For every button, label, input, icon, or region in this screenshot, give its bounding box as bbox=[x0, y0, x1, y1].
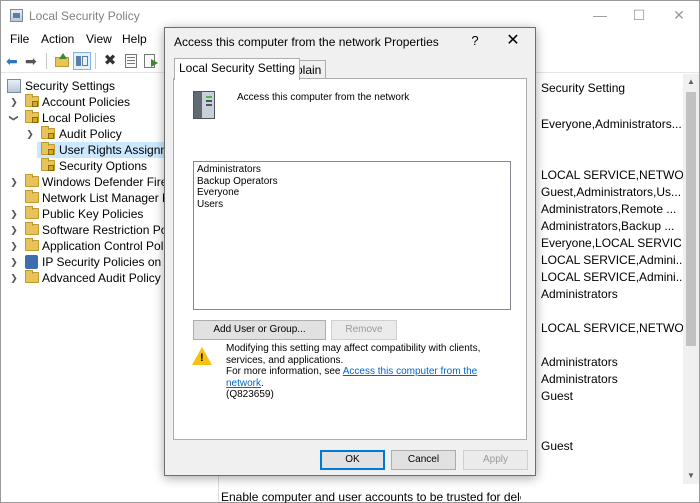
list-item[interactable]: Administrators bbox=[541, 372, 618, 386]
lock-icon bbox=[32, 101, 38, 107]
folder-icon bbox=[41, 158, 55, 171]
tree-item-label: Security Settings bbox=[25, 79, 116, 93]
window-title: Local Security Policy bbox=[29, 9, 140, 23]
folder-icon bbox=[41, 142, 55, 155]
list-item[interactable]: Administrators,Backup ... bbox=[541, 219, 674, 233]
chevron-down-icon[interactable]: ❯ bbox=[6, 113, 22, 123]
tree-item-label: Network List Manager Poli bbox=[42, 191, 183, 205]
chevron-right-icon[interactable]: ❯ bbox=[9, 174, 19, 190]
folder-icon bbox=[25, 270, 39, 283]
tab-panel: Access this computer from the network Ad… bbox=[173, 78, 527, 440]
list-item[interactable]: Administrators bbox=[197, 164, 507, 176]
chevron-right-icon[interactable]: ❯ bbox=[9, 238, 19, 254]
chevron-right-icon[interactable]: ❯ bbox=[9, 222, 19, 238]
tree-item-label: Local Policies bbox=[42, 111, 116, 125]
warning-text: Modifying this setting may affect compat… bbox=[226, 343, 516, 401]
warning-line-2-suffix: . bbox=[261, 377, 264, 389]
list-item[interactable]: Users bbox=[197, 199, 507, 211]
menu-view[interactable]: View bbox=[86, 32, 112, 46]
list-item[interactable]: LOCAL SERVICE,NETWO... bbox=[541, 168, 694, 182]
forward-arrow-icon[interactable]: ➡ bbox=[25, 52, 43, 70]
warning-exclamation: ! bbox=[200, 352, 204, 364]
tree-item-label: Audit Policy bbox=[59, 127, 122, 141]
folder-icon bbox=[25, 238, 39, 251]
ok-button[interactable]: OK bbox=[320, 450, 385, 470]
scroll-down-icon[interactable]: ▼ bbox=[683, 468, 699, 484]
list-item[interactable]: LOCAL SERVICE,Admini... bbox=[541, 253, 686, 267]
list-item[interactable]: LOCAL SERVICE,Admini... bbox=[541, 270, 686, 284]
list-item[interactable]: Administrators bbox=[541, 287, 618, 301]
members-listbox[interactable]: Administrators Backup Operators Everyone… bbox=[193, 161, 511, 310]
tab-local-security-setting[interactable]: Local Security Setting bbox=[174, 58, 301, 80]
tree-item-label: Security Options bbox=[59, 159, 148, 173]
toolbar-separator bbox=[46, 53, 47, 69]
help-button[interactable]: ? bbox=[465, 31, 485, 51]
tree-item-label: Application Control Policie bbox=[42, 239, 182, 253]
warning-line-3: (Q823659) bbox=[226, 389, 274, 400]
list-item[interactable]: Administrators bbox=[541, 355, 618, 369]
tree-item-label: Account Policies bbox=[42, 95, 131, 109]
lock-icon bbox=[48, 149, 54, 155]
minimize-button[interactable]: — bbox=[586, 5, 614, 25]
cancel-button[interactable]: Cancel bbox=[391, 450, 456, 470]
list-item[interactable]: Everyone,Administrators... bbox=[541, 117, 682, 131]
list-item[interactable]: Guest bbox=[541, 439, 573, 453]
close-button[interactable]: ✕ bbox=[665, 5, 693, 25]
vertical-scrollbar[interactable]: ▲ ▼ bbox=[683, 74, 699, 484]
scroll-thumb[interactable] bbox=[686, 92, 696, 346]
list-item[interactable]: Everyone,LOCAL SERVIC... bbox=[541, 236, 692, 250]
chevron-right-icon[interactable]: ❯ bbox=[9, 270, 19, 286]
list-item[interactable]: Guest bbox=[541, 389, 573, 403]
back-arrow-icon[interactable]: ⬅ bbox=[6, 52, 24, 70]
folder-icon bbox=[25, 190, 39, 203]
export-list-icon[interactable] bbox=[142, 52, 160, 70]
policy-name: Access this computer from the network bbox=[237, 92, 410, 103]
tree-item-label: Public Key Policies bbox=[42, 207, 144, 221]
lock-icon bbox=[48, 165, 54, 171]
folder-icon bbox=[25, 174, 39, 187]
folder-icon bbox=[25, 206, 39, 219]
apply-button[interactable]: Apply bbox=[463, 450, 528, 470]
menu-help[interactable]: Help bbox=[122, 32, 147, 46]
computer-tower-icon bbox=[193, 91, 215, 119]
dialog-close-button[interactable]: ✕ bbox=[503, 31, 523, 51]
toolbar-separator bbox=[95, 53, 96, 69]
dialog-title: Access this computer from the network Pr… bbox=[174, 35, 439, 49]
warning-line-2-prefix: For more information, see bbox=[226, 366, 343, 377]
ip-security-icon bbox=[25, 255, 38, 269]
list-item[interactable]: Administrators,Remote ... bbox=[541, 202, 676, 216]
properties-dialog: Access this computer from the network Pr… bbox=[164, 27, 536, 476]
chevron-right-icon[interactable]: ❯ bbox=[25, 126, 35, 142]
warning-line-2: For more information, see Access this co… bbox=[226, 366, 516, 389]
chevron-right-icon[interactable]: ❯ bbox=[9, 94, 19, 110]
list-item[interactable]: Guest,Administrators,Us... bbox=[541, 185, 681, 199]
list-item[interactable]: LOCAL SERVICE,NETWO... bbox=[541, 321, 694, 335]
folder-icon bbox=[25, 94, 39, 107]
list-item[interactable]: Backup Operators bbox=[197, 176, 507, 188]
folder-icon bbox=[25, 222, 39, 235]
tree-item-label: Advanced Audit Policy Co bbox=[42, 271, 180, 285]
add-user-or-group-button[interactable]: Add User or Group... bbox=[193, 320, 326, 340]
security-policy-app-icon bbox=[10, 9, 23, 22]
chevron-right-icon[interactable]: ❯ bbox=[9, 254, 19, 270]
folder-icon bbox=[41, 126, 55, 139]
delete-icon[interactable]: ✖ bbox=[101, 52, 119, 70]
column-header-security-setting[interactable]: Security Setting bbox=[535, 77, 675, 99]
folder-open-icon bbox=[25, 110, 39, 123]
chevron-right-icon[interactable]: ❯ bbox=[9, 206, 19, 222]
up-folder-icon[interactable] bbox=[53, 52, 71, 70]
scroll-up-icon[interactable]: ▲ bbox=[683, 74, 699, 90]
list-item[interactable]: Everyone bbox=[197, 187, 507, 199]
lock-icon bbox=[32, 117, 38, 123]
menu-file[interactable]: File bbox=[10, 32, 29, 46]
list-item-partial[interactable]: Enable computer and user accounts to be … bbox=[221, 490, 521, 503]
menu-action[interactable]: Action bbox=[41, 32, 74, 46]
security-settings-icon bbox=[7, 79, 21, 93]
maximize-button[interactable]: ☐ bbox=[625, 5, 653, 25]
properties-icon[interactable] bbox=[122, 52, 140, 70]
warning-line-1: Modifying this setting may affect compat… bbox=[226, 343, 481, 366]
lock-icon bbox=[48, 133, 54, 139]
show-hide-console-tree-icon[interactable] bbox=[73, 52, 91, 70]
remove-button[interactable]: Remove bbox=[331, 320, 397, 340]
